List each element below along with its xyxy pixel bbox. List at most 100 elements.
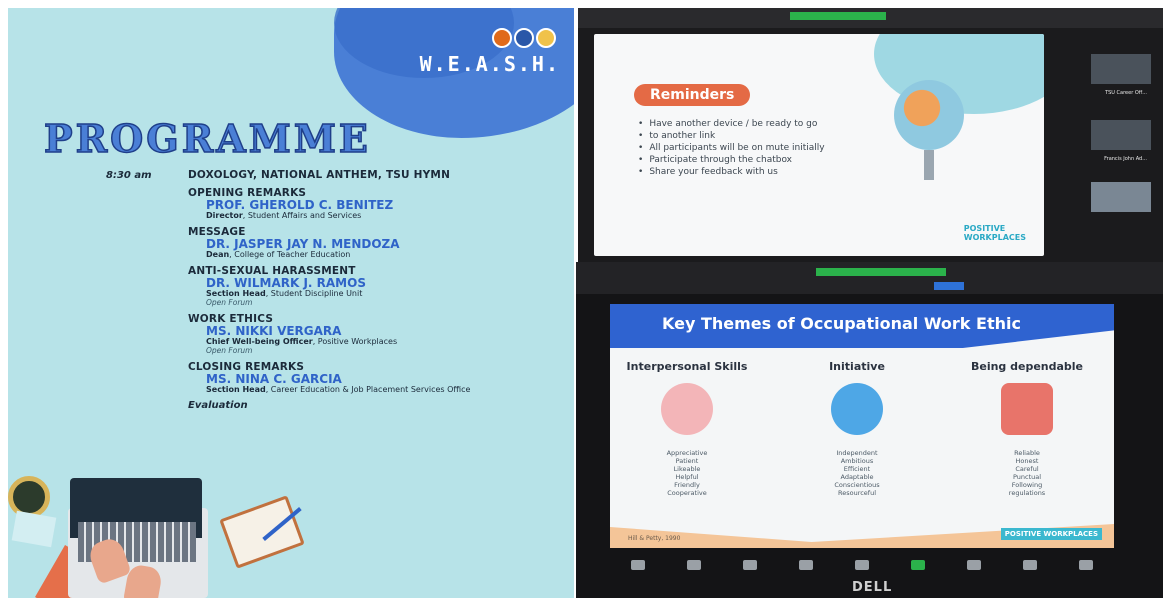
- evaluation-label: Evaluation: [188, 400, 248, 411]
- list-item: Reliable: [1014, 449, 1040, 457]
- list-item: Efficient: [843, 465, 871, 473]
- programme-poster: W.E.A.S.H. PROGRAMME 8:30 am DOXOLOGY, N…: [8, 8, 574, 598]
- list-item: Ambitious: [840, 457, 874, 465]
- list-item: Careful: [1015, 465, 1039, 473]
- globe-stand-icon: [924, 150, 934, 180]
- role-office: , Career Education & Job Placement Servi…: [265, 385, 471, 394]
- theme-title: Interpersonal Skills: [626, 360, 748, 373]
- brand-logo: POSITIVE WORKPLACES: [1000, 528, 1102, 540]
- globe-icon: [894, 80, 964, 150]
- speaker-role: Director, Student Affairs and Services: [188, 211, 568, 220]
- theme-items: Independent Ambitious Efficient Adaptabl…: [782, 449, 932, 497]
- role-office: , Student Discipline Unit: [265, 289, 363, 298]
- logo-row: [492, 28, 556, 48]
- status-indicator: [816, 268, 946, 276]
- speaker-role: Section Head, Career Education & Job Pla…: [188, 385, 568, 394]
- list-item: Participate through the chatbox: [638, 154, 825, 166]
- list-item: to another link: [638, 130, 825, 142]
- breakout-rooms-icon[interactable]: [1023, 560, 1037, 570]
- role-title: Section Head: [206, 289, 266, 298]
- meeting-screenshot-reminders: Reminders Have another device / be ready…: [578, 8, 1163, 264]
- brand-logo: POSITIVE WORKPLACES: [964, 224, 1026, 242]
- monitor-brand: DELL: [852, 580, 893, 595]
- participant-name: Francis John Ad...: [1104, 156, 1147, 162]
- participants-icon[interactable]: [799, 560, 813, 570]
- participant-tile[interactable]: [1091, 120, 1151, 150]
- shared-slide: Key Themes of Occupational Work Ethic In…: [610, 304, 1114, 548]
- speaker-name: DR. WILMARK J. RAMOS: [206, 276, 366, 290]
- speaker-role: Section Head, Student Discipline Unit: [188, 289, 568, 298]
- start-time: 8:30 am: [106, 170, 152, 181]
- list-item: Likeable: [673, 465, 701, 473]
- record-icon[interactable]: [967, 560, 981, 570]
- agenda-item: CLOSING REMARKS MS. NINA C. GARCIA Secti…: [188, 361, 568, 394]
- event-brand: W.E.A.S.H.: [419, 52, 560, 76]
- university-seal-icon: [492, 28, 512, 48]
- logo-line-bottom: WORKPLACES: [963, 233, 1026, 242]
- list-item: Conscientious: [834, 481, 880, 489]
- citation: Hill & Petty, 1990: [628, 535, 681, 542]
- meeting-top-bar: [576, 262, 1163, 294]
- role-office: , College of Teacher Education: [229, 250, 351, 259]
- clipboard-icon: [219, 495, 305, 569]
- college-seal-icon: [514, 28, 534, 48]
- theme-items: Reliable Honest Careful Punctual Followi…: [952, 449, 1102, 497]
- list-item: regulations: [1008, 489, 1046, 497]
- participant-video-tile[interactable]: [1091, 182, 1151, 212]
- speaker-name: MS. NINA C. GARCIA: [206, 372, 342, 386]
- logo-line-top: POSITIVE: [963, 224, 1006, 233]
- agenda-item: MESSAGE DR. JASPER JAY N. MENDOZA Dean, …: [188, 226, 568, 259]
- agenda-opening: DOXOLOGY, NATIONAL ANTHEM, TSU HYMN: [188, 169, 451, 181]
- meeting-toolbar: [610, 554, 1114, 576]
- session-note: Open Forum: [206, 298, 253, 307]
- meeting-top-bar: [578, 8, 1163, 28]
- plant-icon: [8, 476, 50, 518]
- list-item: Have another device / be ready to go: [638, 118, 825, 130]
- list-item: Cooperative: [667, 489, 707, 497]
- speaker-role: Dean, College of Teacher Education: [188, 250, 568, 259]
- speaker-role: Chief Well-being Officer, Positive Workp…: [188, 337, 568, 346]
- security-icon[interactable]: [743, 560, 757, 570]
- meeting-screenshot-work-ethic: Key Themes of Occupational Work Ethic In…: [576, 262, 1163, 598]
- theme-column: Being dependable Reliable Honest Careful…: [952, 360, 1102, 497]
- superhero-icon: [1001, 383, 1053, 435]
- people-icon: [661, 383, 713, 435]
- theme-column: Initiative Independent Ambitious Efficie…: [782, 360, 932, 497]
- paper-illustration: [11, 510, 57, 548]
- reactions-icon[interactable]: [1079, 560, 1093, 570]
- theme-column: Interpersonal Skills Appreciative Patien…: [612, 360, 762, 497]
- role-title: Dean: [206, 250, 230, 259]
- list-item-continued: to another link: [649, 131, 716, 141]
- video-icon[interactable]: [687, 560, 701, 570]
- role-office: , Positive Workplaces: [312, 337, 398, 346]
- mute-icon[interactable]: [631, 560, 645, 570]
- role-office: , Student Affairs and Services: [242, 211, 362, 220]
- rocket-icon: [831, 383, 883, 435]
- participant-panel: TSU Career Off... Francis John Ad...: [1063, 34, 1163, 264]
- theme-items: Appreciative Patient Likeable Helpful Fr…: [612, 449, 762, 497]
- theme-title: Initiative: [829, 360, 885, 373]
- reminder-list: Have another device / be ready to go to …: [638, 118, 825, 178]
- list-item: Independent: [836, 449, 878, 457]
- speaker-name: MS. NIKKI VERGARA: [206, 324, 342, 338]
- slide-title: Reminders: [634, 84, 751, 106]
- list-item: Honest: [1015, 457, 1039, 465]
- theme-title: Being dependable: [970, 360, 1084, 373]
- status-indicator: [790, 12, 886, 20]
- speaker-name: DR. JASPER JAY N. MENDOZA: [206, 237, 400, 251]
- list-item: All participants will be on mute initial…: [638, 142, 824, 154]
- slide-title: Key Themes of Occupational Work Ethic: [662, 314, 1021, 333]
- list-item: Friendly: [674, 481, 700, 489]
- participant-tile[interactable]: [1091, 54, 1151, 84]
- list-item: Resourceful: [837, 489, 877, 497]
- share-screen-icon[interactable]: [911, 560, 925, 570]
- list-item: Helpful: [675, 473, 699, 481]
- page-title: PROGRAMME: [43, 115, 371, 162]
- chat-icon[interactable]: [855, 560, 869, 570]
- list-item: Punctual: [1012, 473, 1042, 481]
- role-title: Director: [206, 211, 243, 220]
- agenda-list: DOXOLOGY, NATIONAL ANTHEM, TSU HYMN OPEN…: [188, 169, 568, 411]
- admit-button[interactable]: [934, 282, 964, 290]
- list-item: Share your feedback with us: [638, 166, 825, 178]
- session-note: Open Forum: [206, 346, 253, 355]
